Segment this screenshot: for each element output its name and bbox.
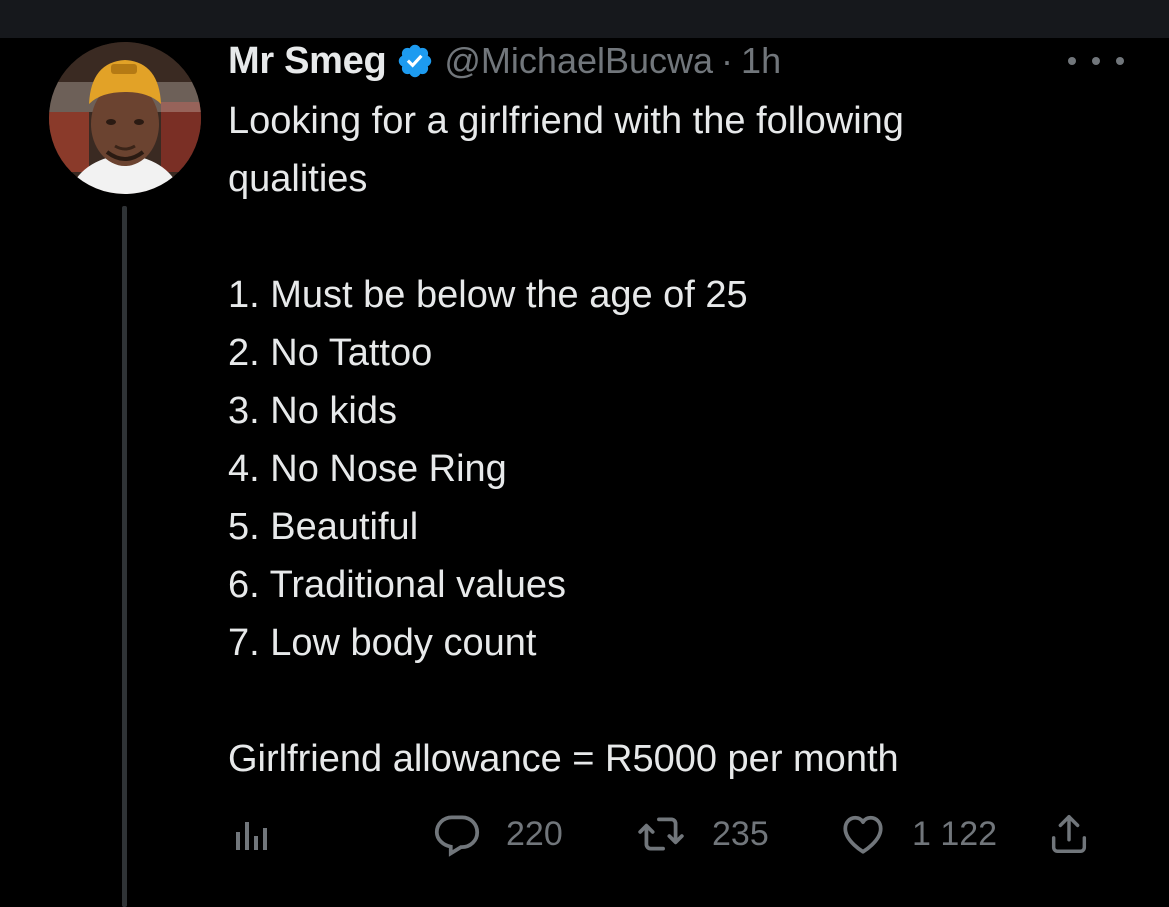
more-dot	[1116, 57, 1124, 65]
top-bar	[0, 0, 1169, 38]
list-item: 2. No Tattoo	[228, 332, 433, 374]
list-item: 1. Must be below the age of 25	[228, 274, 748, 316]
list-item: 3. No kids	[228, 390, 397, 432]
tweet-header: Mr Smeg @MichaelBucwa · 1h	[228, 38, 781, 84]
user-handle[interactable]: @MichaelBucwa	[444, 40, 713, 82]
list-item: 6. Traditional values	[228, 564, 566, 606]
more-dot	[1092, 57, 1100, 65]
list-item: 5. Beautiful	[228, 506, 419, 548]
avatar-image	[49, 42, 201, 194]
analytics-icon	[236, 822, 267, 850]
list-item: 4. No Nose Ring	[228, 448, 507, 490]
display-name[interactable]: Mr Smeg	[228, 40, 387, 83]
tweet-intro-line: qualities	[228, 158, 368, 200]
timestamp[interactable]: 1h	[741, 40, 781, 82]
reply-button[interactable]: 220	[432, 806, 563, 862]
more-icon[interactable]	[1068, 44, 1124, 78]
tweet-closing-line: Girlfriend allowance = R5000 per month	[228, 738, 899, 780]
tweet-actions: 220 235 1 122	[228, 806, 1098, 862]
retweet-count: 235	[712, 814, 769, 853]
tweet-intro-line: Looking for a girlfriend with the follow…	[228, 100, 904, 142]
analytics-button[interactable]	[232, 806, 272, 862]
reply-count: 220	[506, 814, 563, 853]
heart-icon	[843, 815, 883, 854]
like-button[interactable]: 1 122	[838, 806, 997, 862]
separator-dot: ·	[721, 40, 734, 81]
share-button[interactable]	[1046, 806, 1092, 862]
more-dot	[1068, 57, 1076, 65]
retweet-icon	[638, 817, 684, 851]
like-count: 1 122	[912, 814, 998, 853]
avatar[interactable]	[49, 42, 201, 194]
thread-line	[122, 206, 127, 907]
list-item: 7. Low body count	[228, 622, 537, 664]
retweet-button[interactable]: 235	[634, 806, 769, 862]
tweet-text: Looking for a girlfriend with the follow…	[228, 92, 1128, 788]
share-icon	[1051, 815, 1087, 853]
verified-badge-icon	[396, 42, 434, 80]
reply-icon	[434, 815, 480, 857]
